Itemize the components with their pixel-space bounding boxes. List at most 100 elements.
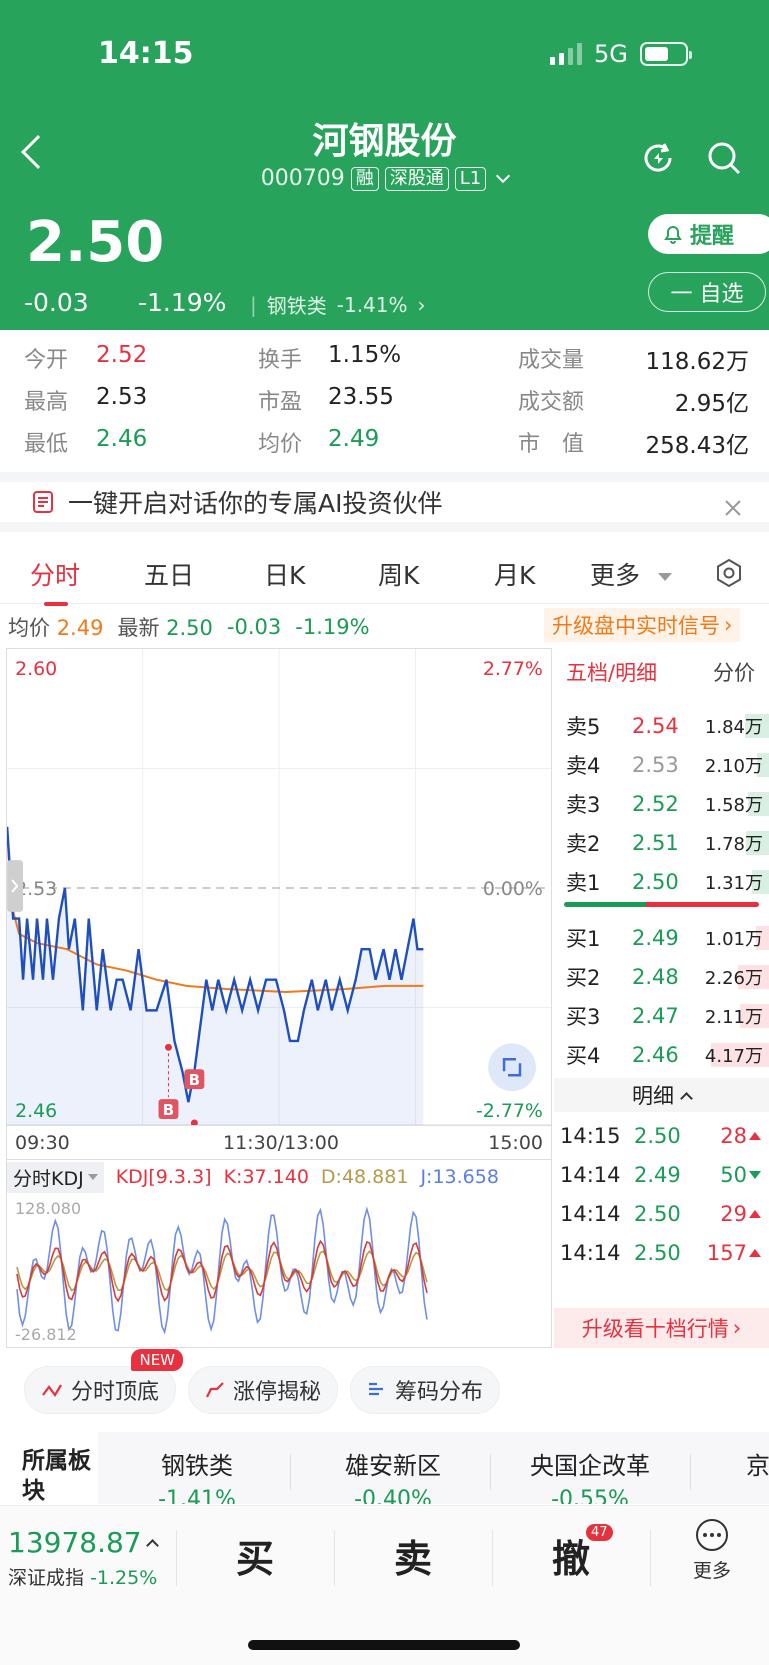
level-volume: 2.26万 xyxy=(704,967,763,989)
tab-daily-k[interactable]: 日K xyxy=(264,556,305,592)
settings-icon[interactable] xyxy=(714,558,744,588)
tab-weekly-k[interactable]: 周K xyxy=(378,556,419,592)
stock-header: 14:15 5G 河钢股份 000709 融 深股通 L1 2.50 -0.03… xyxy=(0,0,769,330)
more-button[interactable]: 更多 xyxy=(686,1518,738,1583)
block-item[interactable]: 京 xyxy=(746,1446,769,1481)
ask-row[interactable]: 卖4 2.53 2.10万 xyxy=(554,745,769,784)
block-name: 央国企改革 xyxy=(530,1452,650,1480)
stat-value: 23.55 xyxy=(328,384,394,410)
block-item[interactable]: 雄安新区 -0.40% xyxy=(318,1446,468,1504)
last-value: 2.50 xyxy=(166,616,213,640)
orderbook-header: 五档/明细 分价 xyxy=(554,648,769,696)
home-indicator xyxy=(248,1640,520,1650)
divider xyxy=(334,1530,335,1586)
fullscreen-icon[interactable] xyxy=(488,1043,536,1092)
divider xyxy=(492,1530,493,1586)
stat-label: 最低 xyxy=(24,432,69,457)
price-change: -0.03 xyxy=(24,288,89,317)
level-price: 2.52 xyxy=(632,791,679,816)
ask-row[interactable]: 卖3 2.52 1.58万 xyxy=(554,784,769,823)
bid-row[interactable]: 买2 2.48 2.26万 xyxy=(554,957,769,996)
bid-row[interactable]: 买4 2.46 4.17万 xyxy=(554,1035,769,1074)
more-label: 更多 xyxy=(692,1560,731,1582)
ask-row[interactable]: 卖2 2.51 1.78万 xyxy=(554,823,769,862)
bars-icon xyxy=(369,1382,384,1396)
side-handle[interactable] xyxy=(7,860,24,912)
ai-banner[interactable]: 一键开启对话你的专属AI投资伙伴 xyxy=(0,472,769,532)
intraday-chart[interactable]: B B 2.60 2.77% 2.53 0.00% 2.46 -2.77% xyxy=(6,648,552,1126)
stat-value: 2.49 xyxy=(328,426,380,452)
divider xyxy=(490,1454,491,1490)
index-pct: -1.25% xyxy=(90,1567,158,1589)
stat-label: 今开 xyxy=(24,348,69,373)
refresh-icon[interactable] xyxy=(640,140,676,176)
kdj-selector-label: 分时KDJ xyxy=(13,1167,84,1190)
bid-row[interactable]: 买3 2.47 2.11万 xyxy=(554,996,769,1035)
stat-label: 换手 xyxy=(258,348,303,373)
upgrade-tenlevel-button[interactable]: 升级看十档行情 › xyxy=(554,1308,769,1348)
close-icon[interactable] xyxy=(723,498,743,518)
block-item[interactable]: 央国企改革 -0.55% xyxy=(510,1446,670,1504)
cancel-order-button[interactable]: 撤 47 xyxy=(552,1524,613,1583)
trade-price: 2.50 xyxy=(634,1123,681,1148)
tab-more[interactable]: 更多 xyxy=(590,556,672,592)
kdj-axis-top: 128.080 xyxy=(15,1199,81,1218)
level-label: 买3 xyxy=(566,1004,601,1029)
upgrade-signal-button[interactable]: 升级盘中实时信号 › xyxy=(544,608,741,642)
ask-row[interactable]: 卖5 2.54 1.84万 xyxy=(554,706,769,745)
tab-monthly-k[interactable]: 月K xyxy=(494,556,535,592)
buy-button[interactable]: 买 xyxy=(236,1528,274,1583)
battery-icon xyxy=(639,42,692,66)
level-label: 卖5 xyxy=(566,714,601,739)
upgrade-signal-label: 升级盘中实时信号 xyxy=(552,614,720,638)
bid-row[interactable]: 买1 2.49 1.01万 xyxy=(554,918,769,957)
orderbook-tab[interactable]: 五档/明细 xyxy=(566,657,657,687)
level-label: 卖1 xyxy=(566,870,601,895)
detail-toggle[interactable]: 明细 xyxy=(554,1078,769,1112)
block-item[interactable]: 钢铁类 -1.41% xyxy=(122,1446,272,1504)
buy-marker[interactable]: B xyxy=(158,1099,179,1119)
axis-price-top: 2.60 xyxy=(15,658,57,680)
index-widget[interactable]: 13978.87 深证成指 -1.25% xyxy=(8,1526,159,1590)
level-price: 2.48 xyxy=(632,964,679,989)
level-label: 卖4 xyxy=(566,753,601,778)
level-volume: 1.78万 xyxy=(704,833,763,855)
watchlist-button[interactable]: 一 自选 xyxy=(648,272,766,312)
blocks-title: 所属板块 xyxy=(0,1432,98,1504)
buy-marker[interactable]: B xyxy=(184,1069,205,1089)
document-icon xyxy=(33,491,53,513)
kdj-selector[interactable]: 分时KDJ xyxy=(7,1161,104,1193)
tool-intraday-top-bottom[interactable]: 分时顶底 NEW xyxy=(24,1349,184,1414)
trade-volume: 50 xyxy=(720,1162,747,1187)
level-volume: 1.01万 xyxy=(704,928,763,950)
wave-icon xyxy=(42,1384,62,1397)
cancel-label: 撤 xyxy=(552,1537,591,1581)
index-value: 13978.87 xyxy=(8,1526,142,1559)
sell-button[interactable]: 卖 xyxy=(394,1528,432,1583)
caret-down-icon xyxy=(87,1174,98,1180)
remind-label: 提醒 xyxy=(690,224,735,249)
tab-five-day[interactable]: 五日 xyxy=(144,556,194,592)
level-volume: 1.84万 xyxy=(704,716,763,738)
remind-button[interactable]: 提醒 xyxy=(648,214,769,254)
tab-intraday[interactable]: 分时 xyxy=(30,556,80,606)
caret-down-icon xyxy=(657,573,672,581)
trade-volume: 157 xyxy=(706,1240,747,1265)
level-price: 2.50 xyxy=(632,869,679,894)
block-pct: -0.55% xyxy=(551,1487,629,1504)
search-icon[interactable] xyxy=(706,140,742,176)
stat-label: 最高 xyxy=(24,390,69,415)
time-end: 15:00 xyxy=(488,1132,543,1154)
trend-icon xyxy=(206,1382,224,1398)
upgrade-tenlevel-label: 升级看十档行情 xyxy=(581,1317,729,1341)
sector-link[interactable]: | 钢铁类 -1.41% › xyxy=(250,290,426,319)
ask-row[interactable]: 卖1 2.50 1.31万 xyxy=(554,862,769,901)
tool-chip-distribution[interactable]: 筹码分布 xyxy=(350,1366,501,1414)
axis-pct-mid: 0.00% xyxy=(483,878,543,900)
price-dist-tab[interactable]: 分价 xyxy=(713,657,755,687)
bid-ask-ratio-bar xyxy=(564,902,759,907)
svg-text:B: B xyxy=(163,1101,174,1119)
chevron-right-icon: › xyxy=(732,1316,742,1340)
tool-limit-up[interactable]: 涨停揭秘 xyxy=(188,1366,339,1414)
ai-banner-text: 一键开启对话你的专属AI投资伙伴 xyxy=(68,489,443,518)
